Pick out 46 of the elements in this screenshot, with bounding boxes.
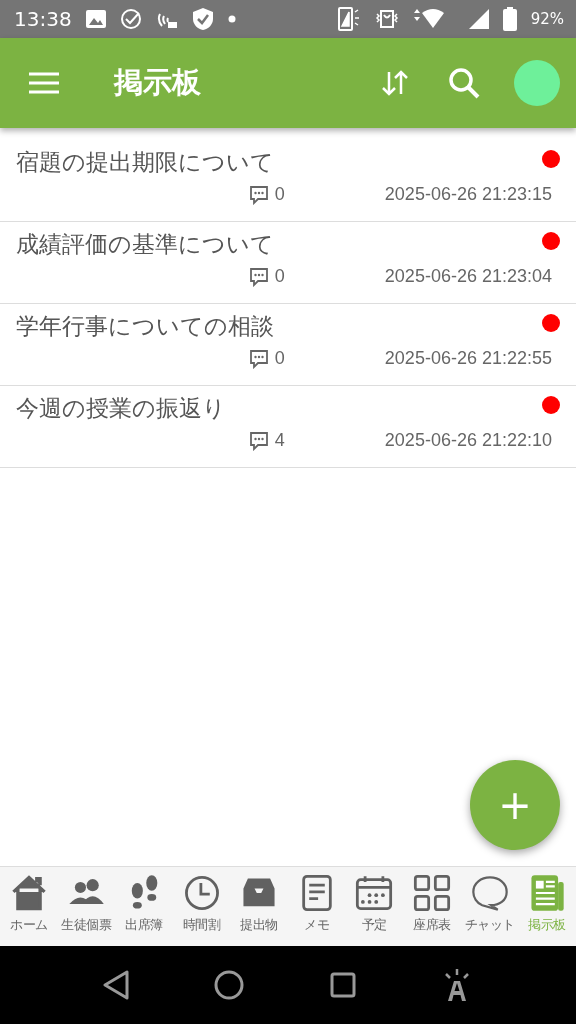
post-timestamp: 2025-06-26 21:22:55: [384, 348, 552, 369]
comment-icon: [248, 266, 269, 287]
grid-icon: [411, 873, 452, 913]
avatar-button[interactable]: [514, 60, 560, 106]
nav-tab[interactable]: 座席表: [403, 867, 461, 946]
battery-icon: [502, 7, 517, 31]
shield-icon: [191, 7, 214, 31]
comment-count: 0: [274, 184, 285, 205]
battery-percent: 92%: [530, 10, 564, 28]
recents-icon: [329, 972, 356, 998]
nav-tab[interactable]: チャット: [460, 867, 519, 946]
signal-icon: [468, 9, 489, 29]
image-icon: [85, 10, 106, 28]
comment-icon: [248, 184, 269, 205]
check-circle-icon: [119, 8, 142, 30]
post-timestamp: 2025-06-26 21:23:15: [384, 184, 552, 205]
post-title[interactable]: 宿題の提出期限について: [16, 146, 274, 178]
post-title[interactable]: 今週の授業の振返り: [16, 392, 226, 424]
vibrate-icon: [374, 7, 399, 31]
comment-count: 0: [274, 266, 285, 287]
comment-icon: [248, 430, 269, 451]
post-title[interactable]: 成績評価の基準について: [16, 228, 274, 260]
comment-count: 4: [274, 430, 285, 451]
nav-tab[interactable]: ホーム: [0, 867, 58, 946]
comment-icon: [248, 348, 269, 369]
search-button[interactable]: [448, 67, 480, 99]
app-title: 掲示板: [114, 64, 202, 101]
nav-tab[interactable]: 生徒個票: [57, 867, 116, 946]
phone-icon: [336, 6, 361, 32]
calendar-icon: [354, 873, 395, 913]
home-icon: [214, 970, 245, 1000]
post-timestamp: 2025-06-26 21:23:04: [384, 266, 552, 287]
sort-button[interactable]: [380, 69, 410, 97]
post-timestamp: 2025-06-26 21:22:10: [384, 430, 552, 451]
menu-button[interactable]: [28, 71, 60, 95]
comment-count: 0: [274, 348, 285, 369]
nav-tab[interactable]: 提出物: [230, 867, 288, 946]
status-time: 13:38: [14, 7, 72, 31]
dot-icon: [227, 15, 236, 23]
nav-tab[interactable]: 時間割: [172, 867, 231, 946]
nav-tab[interactable]: 出席簿: [115, 867, 173, 946]
nav-tab[interactable]: 予定: [345, 867, 404, 946]
back-icon: [102, 970, 129, 1000]
speech-bubble-icon: [469, 873, 510, 913]
post-title[interactable]: 学年行事についての相談: [16, 310, 274, 342]
nav-tab[interactable]: メモ: [287, 867, 346, 946]
